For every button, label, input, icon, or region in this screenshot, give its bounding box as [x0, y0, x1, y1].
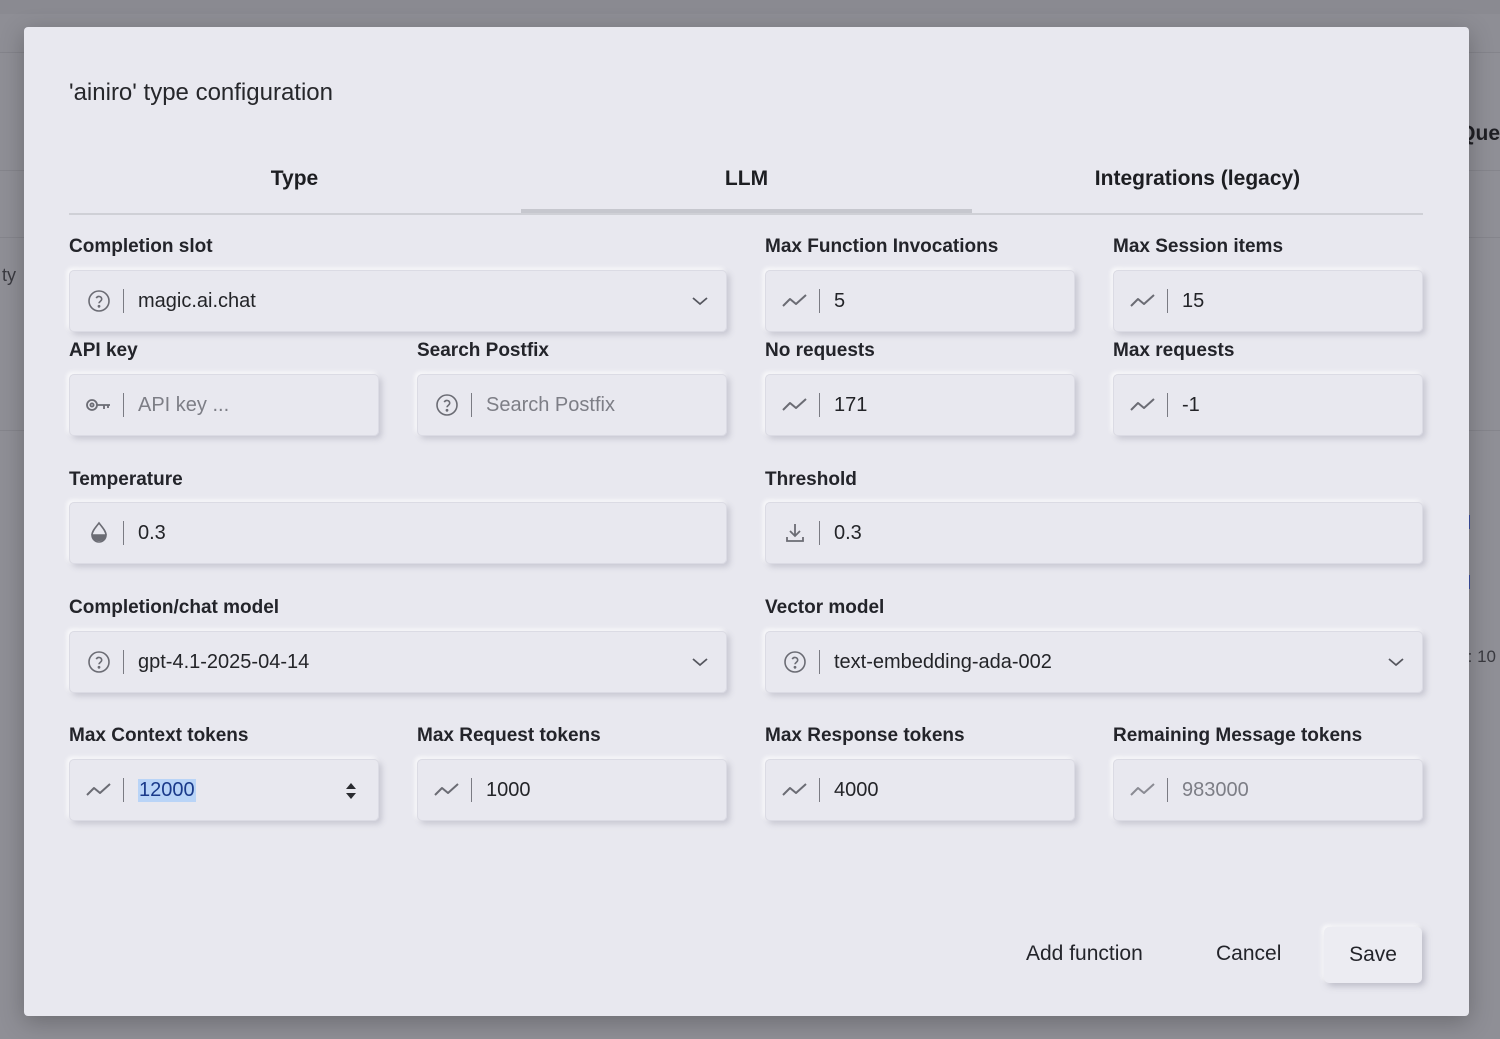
type-configuration-dialog: 'ainiro' type configuration Type LLM Int… [24, 27, 1469, 1016]
key-icon [85, 391, 113, 419]
max-request-tokens-input[interactable]: 1000 [417, 759, 727, 821]
max-context-tokens-value: 12000 [138, 778, 196, 802]
trend-icon [85, 776, 113, 804]
completion-model-select[interactable]: gpt-4.1-2025-04-14 [69, 631, 727, 693]
temperature-input[interactable]: 0.3 [69, 502, 727, 564]
no-requests-value: 171 [834, 393, 868, 416]
separator [819, 778, 820, 802]
trend-icon [781, 391, 809, 419]
separator [471, 393, 472, 417]
threshold-input[interactable]: 0.3 [765, 502, 1423, 564]
threshold-label: Threshold [765, 469, 857, 490]
trend-icon [1129, 391, 1157, 419]
max-requests-input[interactable]: -1 [1113, 374, 1423, 436]
remaining-message-tokens-input: 983000 [1113, 759, 1423, 821]
cancel-button[interactable]: Cancel [1216, 942, 1281, 966]
background-label: ty [2, 265, 17, 285]
trend-icon [781, 776, 809, 804]
trend-icon [1129, 776, 1157, 804]
api-key-input[interactable]: API key ... [69, 374, 379, 436]
separator [123, 289, 124, 313]
vector-model-select[interactable]: text-embedding-ada-002 [765, 631, 1423, 693]
threshold-value: 0.3 [834, 521, 862, 544]
trend-icon [1129, 287, 1157, 315]
search-postfix-label: Search Postfix [417, 340, 549, 361]
separator [123, 393, 124, 417]
max-context-tokens-input[interactable]: 12000 [69, 759, 379, 821]
max-session-items-value: 15 [1182, 289, 1205, 312]
no-requests-label: No requests [765, 340, 875, 361]
max-session-items-input[interactable]: 15 [1113, 270, 1423, 332]
completion-slot-select[interactable]: magic.ai.chat [69, 270, 727, 332]
completion-model-label: Completion/chat model [69, 597, 280, 618]
vector-model-value: text-embedding-ada-002 [834, 650, 1052, 673]
trend-icon [781, 287, 809, 315]
max-session-items-label: Max Session items [1113, 236, 1284, 257]
api-key-label: API key [69, 340, 138, 361]
max-request-tokens-label: Max Request tokens [417, 725, 601, 746]
separator [819, 289, 820, 313]
max-context-tokens-label: Max Context tokens [69, 725, 249, 746]
chevron-down-icon[interactable] [691, 292, 709, 310]
separator [123, 521, 124, 545]
separator [1167, 778, 1168, 802]
chevron-down-icon[interactable] [1387, 653, 1405, 671]
max-function-invocations-value: 5 [834, 289, 846, 312]
separator [471, 778, 472, 802]
max-requests-label: Max requests [1113, 340, 1235, 361]
completion-slot-value: magic.ai.chat [138, 289, 256, 312]
separator [819, 521, 820, 545]
separator [819, 393, 820, 417]
remaining-message-tokens-value: 983000 [1182, 778, 1249, 801]
max-function-invocations-input[interactable]: 5 [765, 270, 1075, 332]
temperature-label: Temperature [69, 469, 183, 490]
background-count: : 10 [1467, 647, 1496, 666]
separator [819, 650, 820, 674]
max-response-tokens-value: 4000 [834, 778, 879, 801]
save-button[interactable]: Save [1324, 927, 1422, 983]
completion-slot-label: Completion slot [69, 236, 213, 257]
search-postfix-placeholder: Search Postfix [486, 393, 615, 416]
tab-integrations-legacy[interactable]: Integrations (legacy) [972, 147, 1423, 211]
download-icon [781, 519, 809, 547]
help-circle-icon [85, 287, 113, 315]
number-stepper-icon[interactable] [345, 781, 357, 801]
background-topbar [0, 0, 1500, 14]
separator [123, 778, 124, 802]
tab-llm[interactable]: LLM [521, 147, 972, 213]
max-request-tokens-value: 1000 [486, 778, 531, 801]
chevron-down-icon[interactable] [691, 653, 709, 671]
separator [123, 650, 124, 674]
add-function-button[interactable]: Add function [1026, 942, 1143, 966]
help-circle-icon [781, 648, 809, 676]
tab-bar: Type LLM Integrations (legacy) [69, 147, 1423, 215]
max-function-invocations-label: Max Function Invocations [765, 236, 999, 257]
dialog-title: 'ainiro' type configuration [69, 79, 333, 106]
no-requests-input[interactable]: 171 [765, 374, 1075, 436]
vector-model-label: Vector model [765, 597, 885, 618]
temperature-value: 0.3 [138, 521, 166, 544]
drop-icon [85, 519, 113, 547]
trend-icon [433, 776, 461, 804]
remaining-message-tokens-label: Remaining Message tokens [1113, 725, 1363, 746]
max-requests-value: -1 [1182, 393, 1200, 416]
separator [1167, 393, 1168, 417]
completion-model-value: gpt-4.1-2025-04-14 [138, 650, 310, 673]
api-key-placeholder: API key ... [138, 393, 230, 416]
help-circle-icon [85, 648, 113, 676]
search-postfix-input[interactable]: Search Postfix [417, 374, 727, 436]
help-circle-icon [433, 391, 461, 419]
tab-type[interactable]: Type [69, 147, 520, 211]
separator [1167, 289, 1168, 313]
max-response-tokens-label: Max Response tokens [765, 725, 965, 746]
max-response-tokens-input[interactable]: 4000 [765, 759, 1075, 821]
